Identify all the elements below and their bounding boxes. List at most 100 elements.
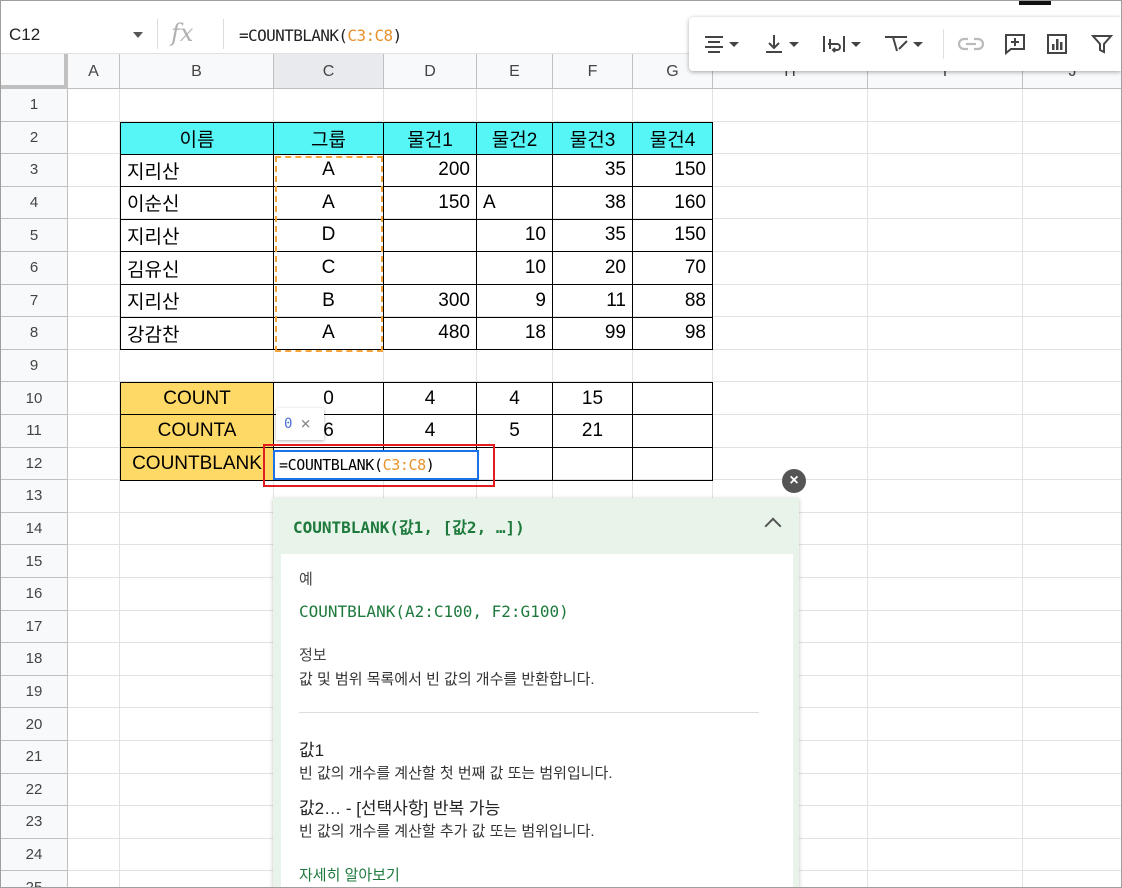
summary-value-cell[interactable]: 15 (553, 382, 633, 416)
table-cell[interactable]: 200 (384, 154, 477, 188)
close-help-button[interactable]: × (782, 469, 806, 493)
table-header-cell[interactable]: 물건3 (553, 121, 633, 155)
close-icon[interactable]: × (300, 414, 310, 434)
row-header[interactable]: 25 (1, 871, 68, 887)
table-cell[interactable]: 150 (633, 219, 713, 253)
table-cell[interactable]: A (274, 317, 384, 351)
row-header[interactable]: 13 (1, 480, 68, 513)
row-header[interactable]: 10 (1, 382, 68, 415)
row-header[interactable]: 6 (1, 252, 68, 285)
table-header-cell[interactable]: 이름 (120, 121, 274, 155)
column-header[interactable]: F (553, 54, 633, 89)
row-header[interactable]: 2 (1, 121, 68, 155)
row-header[interactable]: 12 (1, 447, 68, 481)
column-header[interactable]: B (120, 54, 274, 89)
summary-value-cell[interactable]: 4 (477, 382, 553, 416)
table-cell[interactable]: 지리산 (120, 154, 274, 188)
table-cell[interactable]: D (274, 219, 384, 253)
row-header[interactable]: 3 (1, 154, 68, 187)
table-cell[interactable]: 88 (633, 284, 713, 318)
text-wrap-button[interactable] (821, 31, 861, 57)
text-rotation-button[interactable] (883, 31, 923, 57)
table-cell[interactable]: 강감찬 (120, 317, 274, 351)
table-cell[interactable]: A (274, 186, 384, 220)
table-cell[interactable] (384, 219, 477, 253)
active-cell-editor[interactable]: =COUNTBLANK(C3:C8) (273, 450, 479, 480)
row-header[interactable]: 17 (1, 610, 68, 644)
chevron-down-icon[interactable] (133, 32, 143, 38)
filter-button[interactable] (1091, 31, 1113, 57)
insert-chart-button[interactable] (1045, 31, 1069, 57)
table-cell[interactable]: 480 (384, 317, 477, 351)
vertical-align-button[interactable] (763, 31, 799, 57)
table-cell[interactable]: 300 (384, 284, 477, 318)
row-header[interactable]: 22 (1, 773, 68, 807)
row-header[interactable]: 5 (1, 219, 68, 252)
row-header[interactable]: 15 (1, 545, 68, 578)
formula-input[interactable]: =COUNTBLANK(C3:C8) (239, 26, 402, 45)
summary-label-cell[interactable]: COUNTBLANK (120, 447, 274, 481)
table-cell[interactable]: 35 (553, 154, 633, 188)
summary-label-cell[interactable]: COUNTA (120, 415, 274, 449)
column-header[interactable]: C (274, 54, 384, 89)
table-header-cell[interactable]: 물건1 (384, 121, 477, 155)
row-header[interactable]: 8 (1, 317, 68, 350)
row-header[interactable]: 16 (1, 578, 68, 611)
summary-value-cell[interactable]: 5 (477, 415, 553, 449)
column-header[interactable]: A (68, 54, 120, 89)
table-cell[interactable]: 지리산 (120, 219, 274, 253)
table-cell[interactable]: C (274, 252, 384, 286)
table-cell[interactable]: 10 (477, 219, 553, 253)
table-cell[interactable]: 160 (633, 186, 713, 220)
column-header[interactable]: D (384, 54, 477, 89)
table-cell[interactable]: 11 (553, 284, 633, 318)
learn-more-link[interactable]: 자세히 알아보기 (299, 864, 400, 885)
row-header[interactable]: 23 (1, 806, 68, 839)
summary-value-cell[interactable]: 21 (553, 415, 633, 449)
table-cell[interactable]: A (477, 186, 553, 220)
row-header[interactable]: 20 (1, 708, 68, 741)
table-cell[interactable]: 150 (384, 186, 477, 220)
column-header[interactable]: E (477, 54, 553, 89)
summary-value-cell[interactable] (553, 447, 633, 481)
summary-value-cell[interactable] (633, 447, 713, 481)
row-header[interactable]: 18 (1, 643, 68, 676)
table-cell[interactable]: B (274, 284, 384, 318)
table-cell[interactable] (477, 154, 553, 188)
row-header[interactable]: 7 (1, 284, 68, 318)
row-header[interactable]: 9 (1, 349, 68, 383)
summary-value-cell[interactable] (477, 447, 553, 481)
table-cell[interactable]: 20 (553, 252, 633, 286)
horizontal-align-button[interactable] (703, 31, 739, 57)
row-header[interactable]: 4 (1, 186, 68, 220)
insert-link-button[interactable] (957, 31, 985, 57)
summary-value-cell[interactable]: 4 (384, 382, 477, 416)
name-box[interactable]: C12 (1, 1, 151, 53)
table-cell[interactable] (384, 252, 477, 286)
row-header[interactable]: 21 (1, 741, 68, 774)
table-cell[interactable]: 38 (553, 186, 633, 220)
table-cell[interactable]: 35 (553, 219, 633, 253)
table-cell[interactable]: 70 (633, 252, 713, 286)
chevron-up-icon[interactable] (764, 517, 782, 535)
table-cell[interactable]: 98 (633, 317, 713, 351)
table-header-cell[interactable]: 그룹 (274, 121, 384, 155)
table-header-cell[interactable]: 물건4 (633, 121, 713, 155)
select-all-corner[interactable] (1, 54, 68, 89)
table-cell[interactable]: 150 (633, 154, 713, 188)
summary-value-cell[interactable] (633, 415, 713, 449)
row-header[interactable]: 14 (1, 512, 68, 546)
row-header[interactable]: 19 (1, 675, 68, 709)
row-header[interactable]: 11 (1, 415, 68, 448)
summary-value-cell[interactable]: 4 (384, 415, 477, 449)
summary-value-cell[interactable] (633, 382, 713, 416)
table-cell[interactable]: 99 (553, 317, 633, 351)
function-signature[interactable]: COUNTBLANK(값1, [값2, …]) (293, 514, 525, 538)
summary-label-cell[interactable]: COUNT (120, 382, 274, 416)
table-cell[interactable]: 김유신 (120, 252, 274, 286)
table-header-cell[interactable]: 물건2 (477, 121, 553, 155)
table-cell[interactable]: 9 (477, 284, 553, 318)
table-cell[interactable]: 18 (477, 317, 553, 351)
table-cell[interactable]: 지리산 (120, 284, 274, 318)
row-header[interactable]: 1 (1, 89, 68, 122)
